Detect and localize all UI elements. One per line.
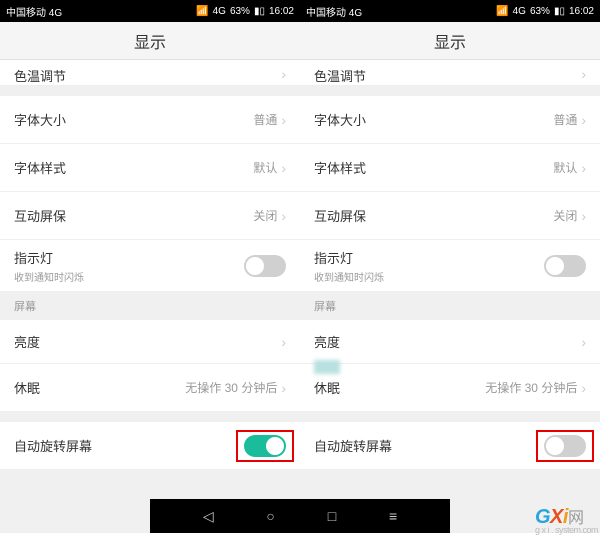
chevron-right-icon: › <box>281 160 286 176</box>
nav-back-icon[interactable]: ◁ <box>203 508 214 525</box>
row-daydream[interactable]: 互动屏保 关闭› <box>0 192 300 240</box>
row-brightness[interactable]: 亮度 › <box>0 320 300 364</box>
row-font-style[interactable]: 字体样式 默认› <box>300 144 600 192</box>
nav-recent-icon[interactable]: □ <box>328 508 336 524</box>
daydream-value: 关闭 <box>253 207 277 224</box>
auto-rotate-toggle-off[interactable] <box>544 435 586 457</box>
nav-menu-icon[interactable]: ≡ <box>389 508 397 524</box>
wifi-icon: 📶 <box>196 6 208 17</box>
net-indicator: 4G <box>513 6 526 17</box>
phone-right: 中国移动 4G 📶 4G 63% ▮▯ 16:02 显示 色温调节 › 字体大小… <box>300 0 600 533</box>
chevron-right-icon: › <box>581 66 586 82</box>
row-color-temp[interactable]: 色温调节 › <box>300 60 600 86</box>
led-sub: 收到通知时闪烁 <box>314 269 384 284</box>
chevron-right-icon: › <box>281 112 286 128</box>
net-indicator: 4G <box>213 6 226 17</box>
chevron-right-icon: › <box>581 160 586 176</box>
row-daydream[interactable]: 互动屏保 关闭› <box>300 192 600 240</box>
font-style-label: 字体样式 <box>14 158 66 177</box>
carrier-text: 中国移动 4G <box>306 4 362 19</box>
font-size-value: 普通 <box>253 111 277 128</box>
auto-rotate-label: 自动旋转屏幕 <box>314 436 392 455</box>
clock-text: 16:02 <box>269 6 294 17</box>
status-bar: 中国移动 4G 📶 4G 63% ▮▯ 16:02 <box>0 0 300 22</box>
font-size-value: 普通 <box>553 111 577 128</box>
chevron-right-icon: › <box>281 334 286 350</box>
row-font-style[interactable]: 字体样式 默认› <box>0 144 300 192</box>
font-style-value: 默认 <box>253 159 277 176</box>
led-toggle[interactable] <box>544 255 586 277</box>
auto-rotate-label: 自动旋转屏幕 <box>14 436 92 455</box>
chevron-right-icon: › <box>581 208 586 224</box>
font-style-label: 字体样式 <box>314 158 366 177</box>
page-title: 显示 <box>300 22 600 60</box>
sleep-value: 无操作 30 分钟后 <box>185 379 277 396</box>
nav-home-icon[interactable]: ○ <box>266 508 274 524</box>
chevron-right-icon: › <box>281 66 286 82</box>
row-auto-rotate[interactable]: 自动旋转屏幕 <box>0 422 300 470</box>
row-font-size[interactable]: 字体大小 普通› <box>300 96 600 144</box>
row-brightness[interactable]: 亮度 › <box>300 320 600 364</box>
font-size-label: 字体大小 <box>14 110 66 129</box>
battery-text: 63% <box>530 6 550 17</box>
chevron-right-icon: › <box>281 380 286 396</box>
page-title: 显示 <box>0 22 300 60</box>
brightness-label: 亮度 <box>314 332 340 351</box>
status-bar: 中国移动 4G 📶 4G 63% ▮▯ 16:02 <box>300 0 600 22</box>
color-temp-label: 色温调节 <box>14 66 66 85</box>
battery-icon: ▮▯ <box>554 6 565 17</box>
sleep-label: 休眠 <box>314 378 340 397</box>
row-led[interactable]: 指示灯 收到通知时闪烁 <box>300 240 600 292</box>
chevron-right-icon: › <box>581 334 586 350</box>
blur-artifact <box>314 360 340 374</box>
clock-text: 16:02 <box>569 6 594 17</box>
daydream-value: 关闭 <box>553 207 577 224</box>
row-led[interactable]: 指示灯 收到通知时闪烁 <box>0 240 300 292</box>
chevron-right-icon: › <box>581 380 586 396</box>
wifi-icon: 📶 <box>496 6 508 17</box>
watermark: GXi网 g x i . system.com <box>535 504 598 535</box>
settings-list: 色温调节 › 字体大小 普通› 字体样式 默认› 互动屏保 关闭› 指示灯 收到… <box>300 60 600 533</box>
font-size-label: 字体大小 <box>314 110 366 129</box>
row-sleep[interactable]: 休眠 无操作 30 分钟后› <box>300 364 600 412</box>
row-font-size[interactable]: 字体大小 普通› <box>0 96 300 144</box>
section-screen: 屏幕 <box>0 292 300 320</box>
row-auto-rotate[interactable]: 自动旋转屏幕 <box>300 422 600 470</box>
sleep-label: 休眠 <box>14 378 40 397</box>
led-label: 指示灯 <box>314 248 384 267</box>
row-sleep[interactable]: 休眠 无操作 30 分钟后› <box>0 364 300 412</box>
daydream-label: 互动屏保 <box>314 206 366 225</box>
color-temp-label: 色温调节 <box>314 66 366 85</box>
daydream-label: 互动屏保 <box>14 206 66 225</box>
brightness-label: 亮度 <box>14 332 40 351</box>
chevron-right-icon: › <box>281 208 286 224</box>
sleep-value: 无操作 30 分钟后 <box>485 379 577 396</box>
settings-list: 色温调节 › 字体大小 普通› 字体样式 默认› 互动屏保 关闭› 指示灯 收到… <box>0 60 300 533</box>
carrier-text: 中国移动 4G <box>6 4 62 19</box>
battery-icon: ▮▯ <box>254 6 265 17</box>
auto-rotate-toggle-on[interactable] <box>244 435 286 457</box>
phone-left: 中国移动 4G 📶 4G 63% ▮▯ 16:02 显示 色温调节 › 字体大小… <box>0 0 300 533</box>
chevron-right-icon: › <box>581 112 586 128</box>
battery-text: 63% <box>230 6 250 17</box>
led-sub: 收到通知时闪烁 <box>14 269 84 284</box>
section-screen: 屏幕 <box>300 292 600 320</box>
row-color-temp[interactable]: 色温调节 › <box>0 60 300 86</box>
led-label: 指示灯 <box>14 248 84 267</box>
font-style-value: 默认 <box>553 159 577 176</box>
led-toggle[interactable] <box>244 255 286 277</box>
android-nav-bar: ◁ ○ □ ≡ <box>150 499 450 533</box>
